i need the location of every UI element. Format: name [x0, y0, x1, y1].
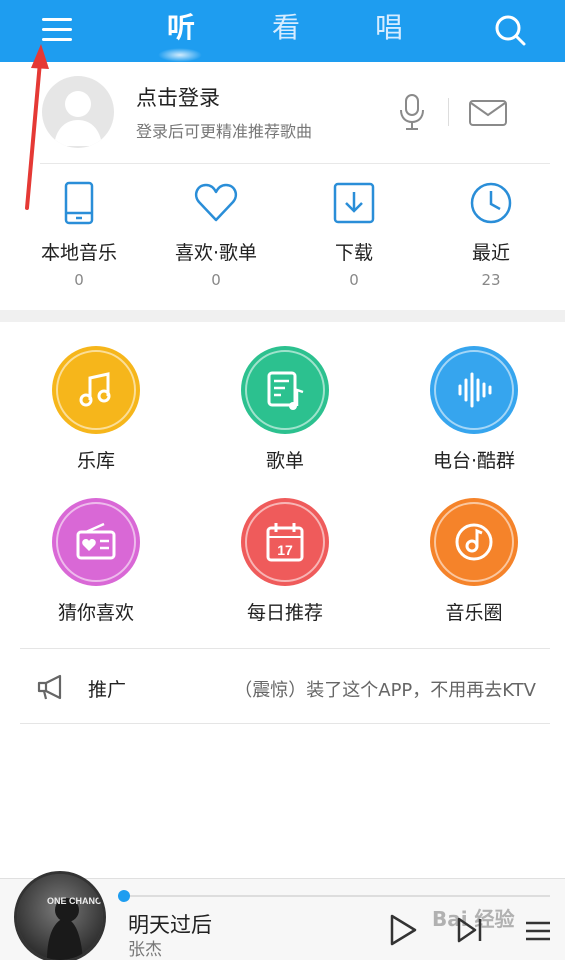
promo-tag: 推广	[88, 679, 127, 701]
grid-item-guess-you-like[interactable]: 猜你喜欢	[16, 498, 176, 625]
quick-item-local-music[interactable]: 本地音乐 0	[14, 170, 144, 289]
quick-item-label: 最近	[471, 242, 510, 264]
promo-row[interactable]: 推广 （震惊）装了这个APP，不用再去KTV	[20, 648, 550, 724]
next-track-icon[interactable]	[455, 915, 485, 945]
cover-text: ONE CHANCE	[47, 896, 103, 906]
grid-item-label: 每日推荐	[246, 602, 323, 624]
progress-bar[interactable]	[118, 890, 550, 902]
grid-item-label: 乐库	[76, 450, 115, 472]
playlist-icon[interactable]	[524, 919, 552, 943]
quick-item-download[interactable]: 下载 0	[289, 170, 419, 289]
quick-item-count: 0	[211, 271, 221, 289]
soundwave-icon	[458, 372, 492, 408]
download-icon	[333, 182, 375, 224]
music-note-icon	[79, 372, 111, 407]
megaphone-icon	[37, 674, 62, 700]
quick-item-count: 0	[349, 271, 359, 289]
album-cover[interactable]: ONE CHANCE	[14, 871, 106, 960]
grid-item-daily-recommend[interactable]: 17 每日推荐	[205, 498, 365, 625]
login-section[interactable]: 点击登录 登录后可更精准推荐歌曲	[0, 62, 565, 162]
radio-group-badge	[430, 346, 518, 434]
quick-item-favorites[interactable]: 喜欢·歌单 0	[151, 170, 281, 289]
tab-sing[interactable]: 唱	[364, 6, 414, 46]
microphone-icon[interactable]	[395, 92, 429, 132]
menu-icon[interactable]	[38, 12, 78, 48]
divider	[40, 163, 550, 164]
grid-item-label: 电台·酷群	[432, 450, 516, 472]
mail-icon[interactable]	[468, 98, 508, 128]
grid-item-radio-group[interactable]: 电台·酷群	[394, 346, 554, 473]
quick-item-label: 下载	[334, 242, 373, 264]
quick-item-recent[interactable]: 最近 23	[426, 170, 556, 289]
album-art: ONE CHANCE	[17, 874, 103, 960]
calendar-day: 17	[277, 542, 293, 558]
tab-listen[interactable]: 听	[156, 6, 206, 46]
login-title[interactable]: 点击登录	[136, 82, 220, 112]
songlist-icon	[267, 371, 304, 410]
radio-icon	[76, 522, 116, 560]
music-circle-badge	[430, 498, 518, 586]
calendar-icon: 17	[266, 523, 304, 562]
music-library-badge	[52, 346, 140, 434]
phone-icon	[64, 181, 94, 225]
quick-item-count: 23	[481, 271, 501, 289]
tab-watch[interactable]: 看	[261, 6, 311, 46]
daily-badge: 17	[241, 498, 329, 586]
music-circle-icon	[455, 523, 493, 561]
progress-thumb[interactable]	[118, 890, 130, 902]
mini-player: ONE CHANCE 明天过后 张杰 Bai 经验	[0, 871, 565, 960]
quick-item-label: 喜欢·歌单	[174, 242, 258, 264]
avatar[interactable]	[42, 76, 114, 148]
top-bar: 听 看 唱	[0, 0, 565, 62]
grid-item-label: 猜你喜欢	[57, 602, 134, 624]
default-avatar-icon	[54, 91, 102, 146]
grid-item-music-circle[interactable]: 音乐圈	[394, 498, 554, 625]
guess-badge	[52, 498, 140, 586]
heart-icon	[194, 183, 238, 222]
active-tab-glow	[158, 48, 202, 62]
grid-item-label: 音乐圈	[445, 602, 503, 624]
login-subtitle: 登录后可更精准推荐歌曲	[136, 122, 313, 141]
grid-item-songlist[interactable]: 歌单	[205, 346, 365, 473]
quick-item-label: 本地音乐	[40, 242, 117, 264]
grid-item-music-library[interactable]: 乐库	[16, 346, 176, 473]
grid-item-label: 歌单	[265, 450, 304, 472]
section-gap	[0, 310, 565, 322]
quick-item-count: 0	[74, 271, 84, 289]
songlist-badge	[241, 346, 329, 434]
song-artist: 张杰	[128, 940, 162, 960]
divider	[448, 98, 449, 126]
play-icon[interactable]	[388, 913, 418, 947]
quick-access-row: 本地音乐 0 喜欢·歌单 0 下载 0 最近 23	[0, 170, 565, 310]
promo-text[interactable]: （震惊）装了这个APP，不用再去KTV	[234, 676, 536, 702]
search-icon[interactable]	[492, 12, 528, 48]
clock-icon	[470, 182, 512, 224]
